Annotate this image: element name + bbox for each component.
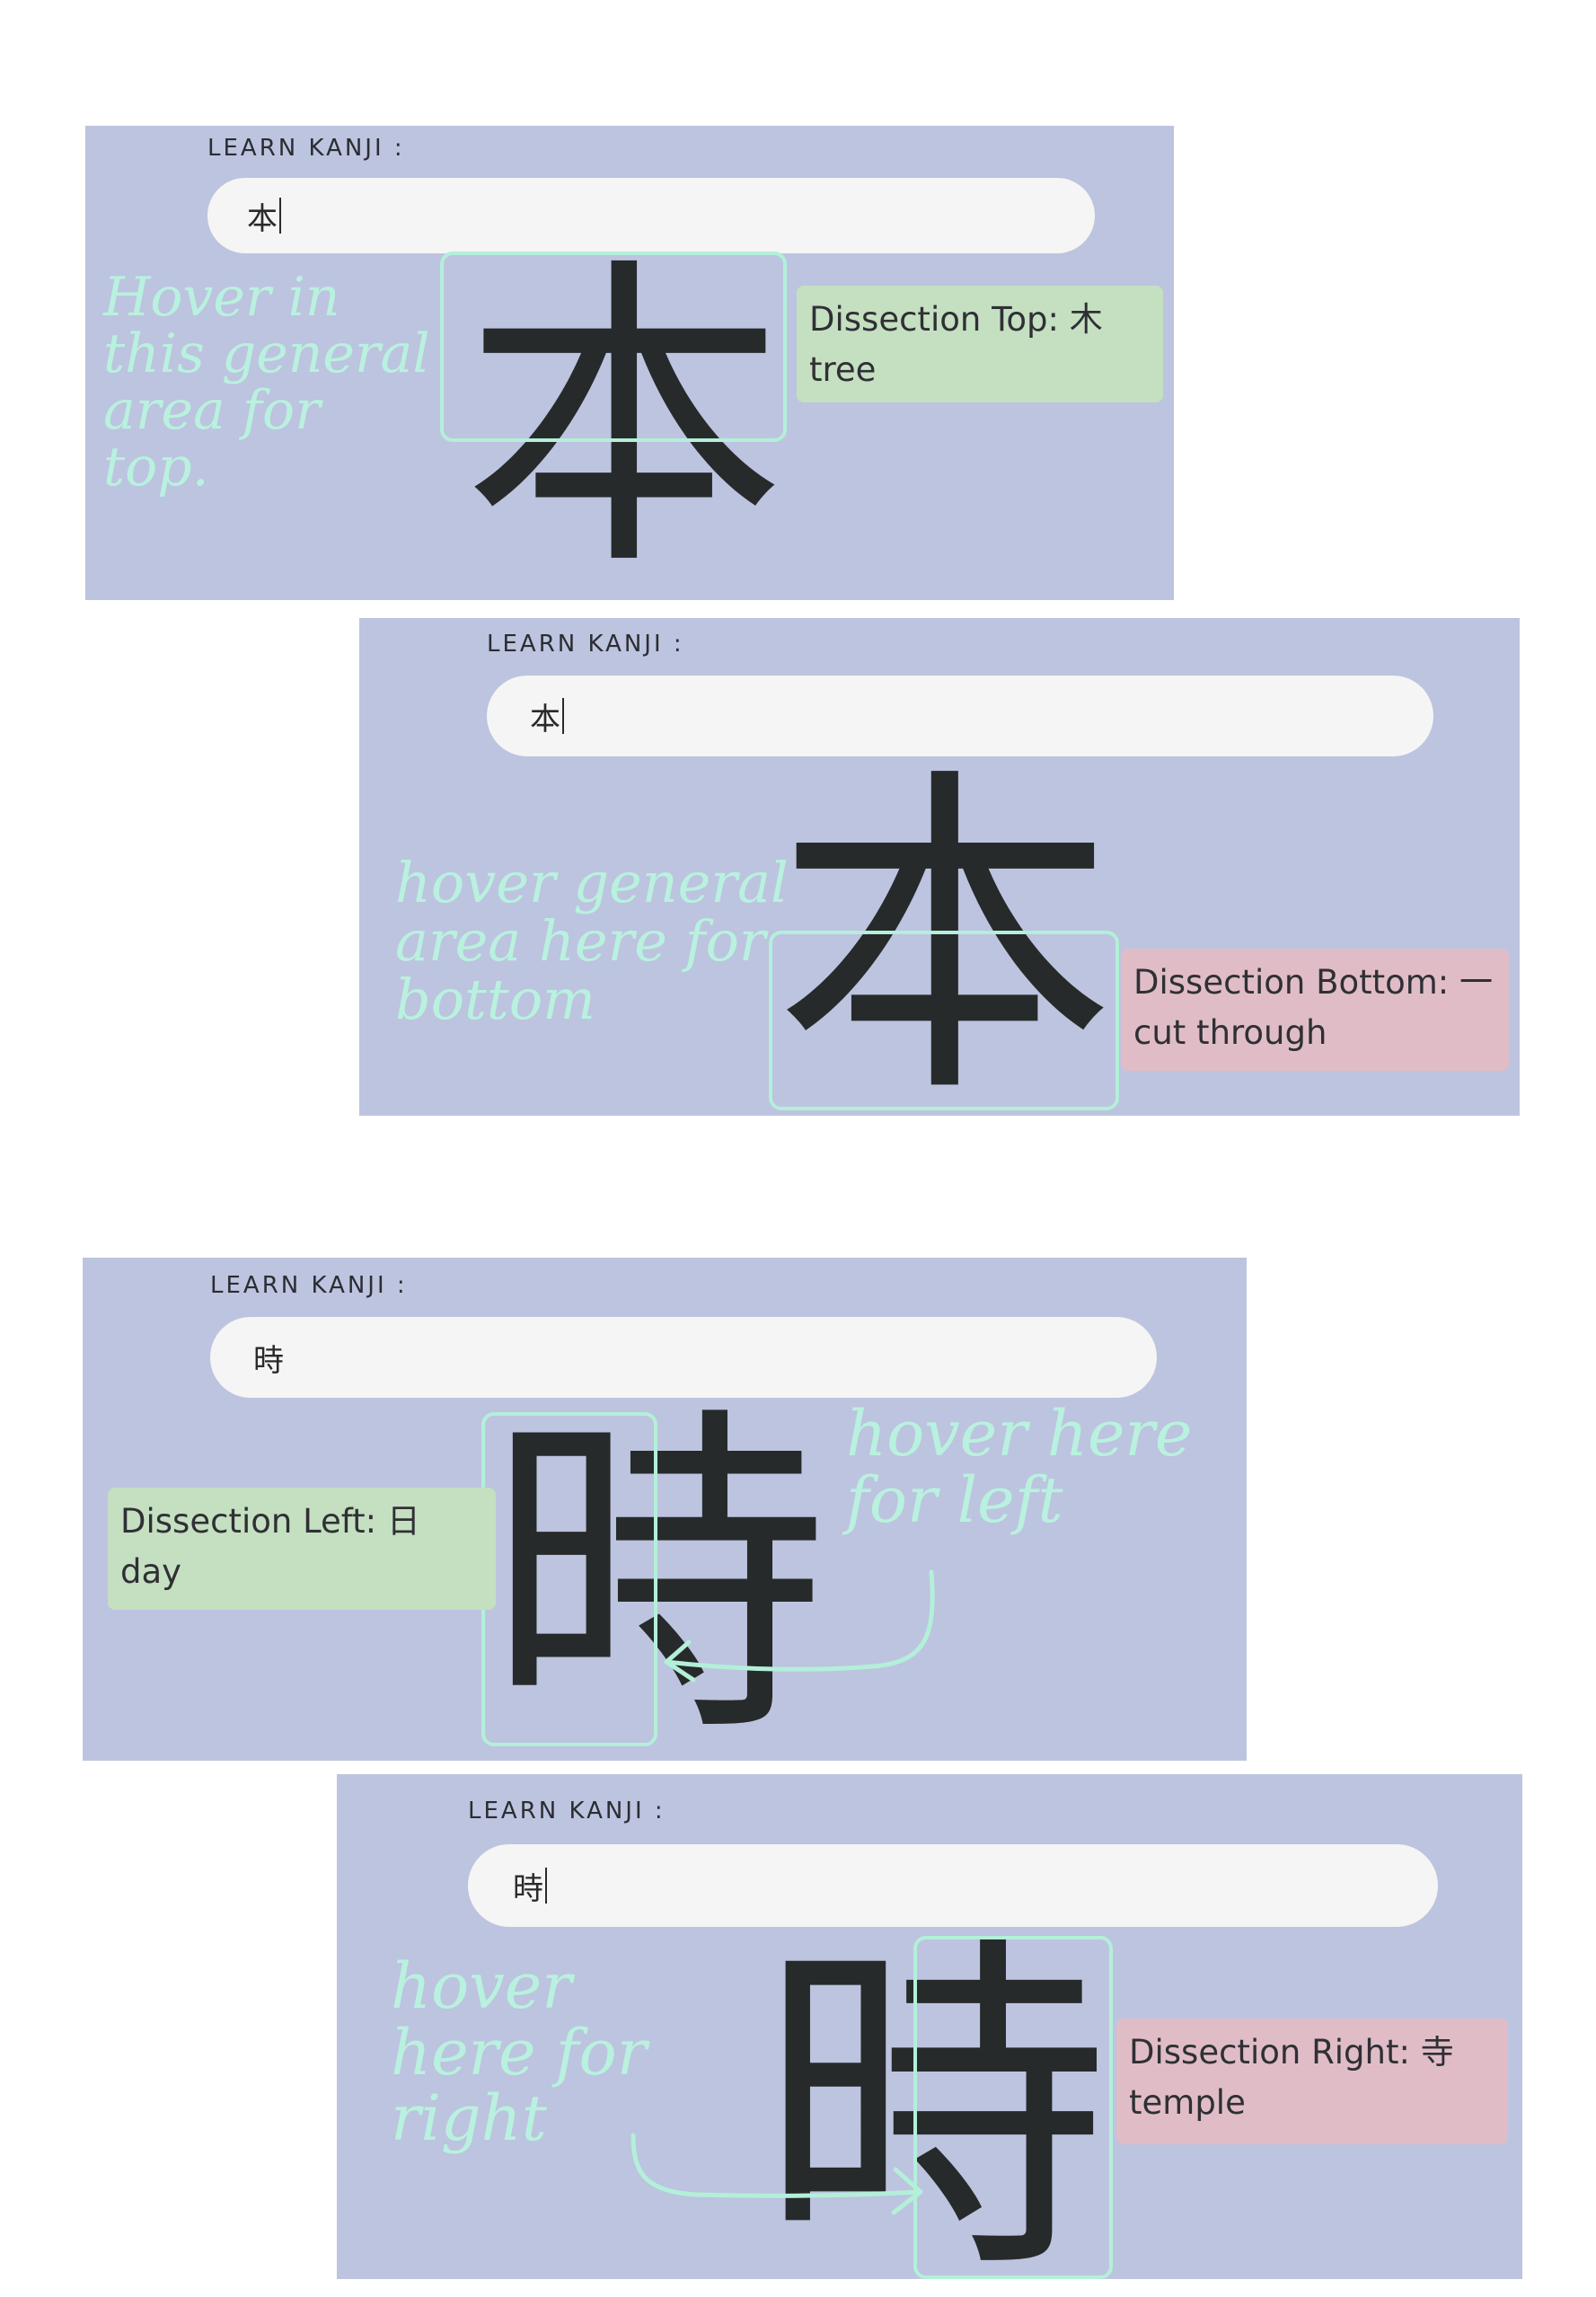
kanji-panel-left: LEARN KANJI : 時 時 Dissection Left: 日 day… — [83, 1258, 1247, 1761]
text-caret — [279, 198, 281, 234]
learn-kanji-label: LEARN KANJI : — [207, 135, 405, 162]
kanji-panel-bottom: LEARN KANJI : 本 本 Dissection Bottom: 一 c… — [359, 618, 1520, 1116]
tooltip-title: Dissection Top: 木 — [809, 300, 1103, 339]
kanji-panel-top: LEARN KANJI : 本 本 Dissection Top: 木 tree… — [85, 126, 1174, 600]
tooltip-meaning: tree — [809, 349, 877, 389]
tooltip-meaning: cut through — [1133, 1012, 1327, 1052]
learn-kanji-label: LEARN KANJI : — [487, 631, 684, 658]
hover-area-top[interactable] — [440, 252, 787, 442]
input-value: 本 — [530, 701, 560, 738]
handwritten-annotation: hover general area here for bottom — [395, 850, 789, 1033]
input-value: 本 — [247, 200, 278, 237]
handwritten-annotation: Hover in this general area for top. — [103, 266, 430, 499]
hover-area-bottom[interactable] — [769, 931, 1119, 1110]
curved-arrow-icon — [664, 1569, 935, 1683]
curved-arrow-icon — [630, 2133, 923, 2215]
tooltip-title: Dissection Bottom: 一 — [1133, 963, 1494, 1002]
kanji-panel-right: LEARN KANJI : 時 時 Dissection Right: 寺 te… — [337, 1774, 1522, 2279]
dissection-tooltip: Dissection Top: 木 tree — [797, 286, 1163, 402]
text-caret — [562, 698, 564, 734]
dissection-tooltip: Dissection Bottom: 一 cut through — [1121, 949, 1509, 1071]
